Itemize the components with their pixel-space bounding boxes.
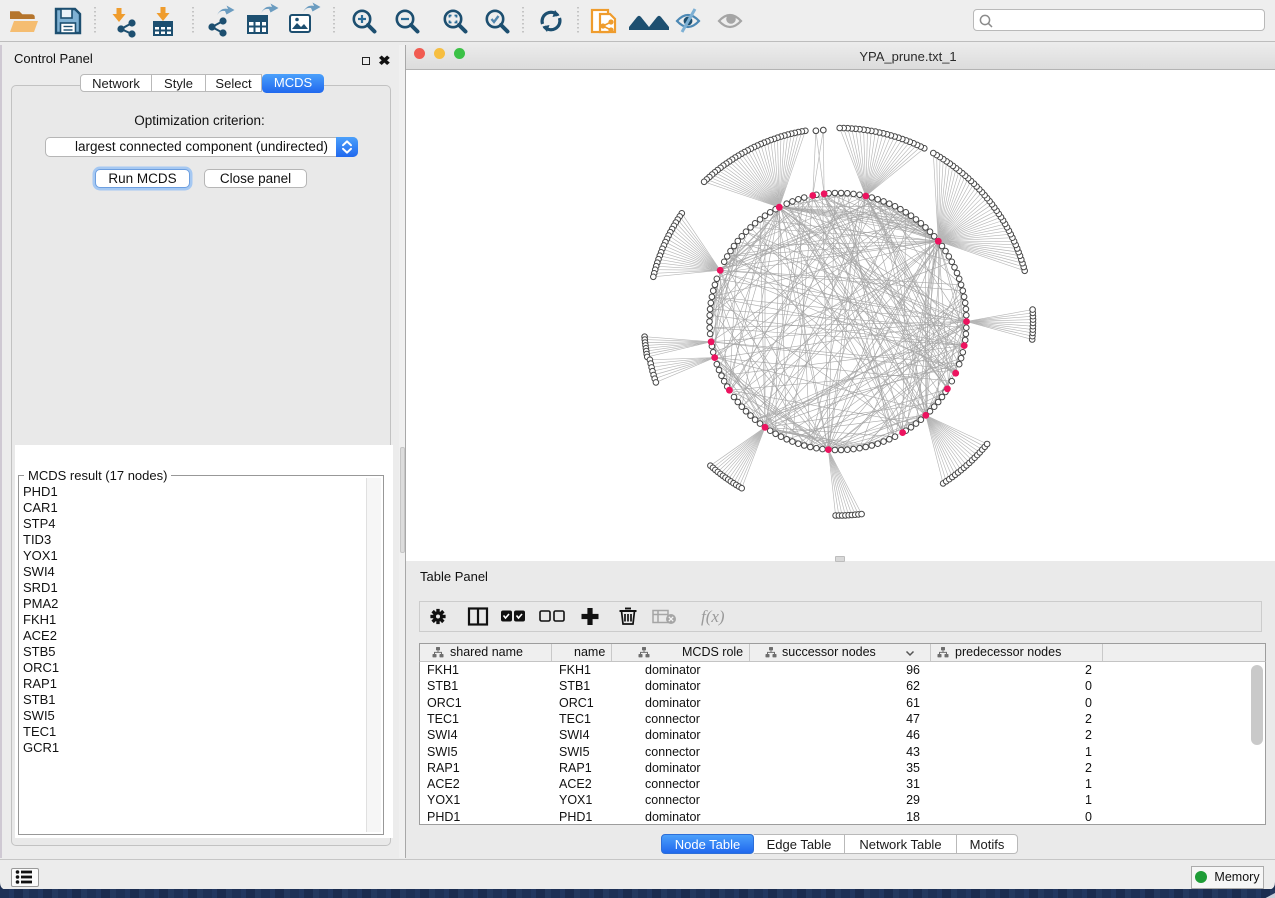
svg-text:f(x): f(x) (701, 607, 725, 626)
